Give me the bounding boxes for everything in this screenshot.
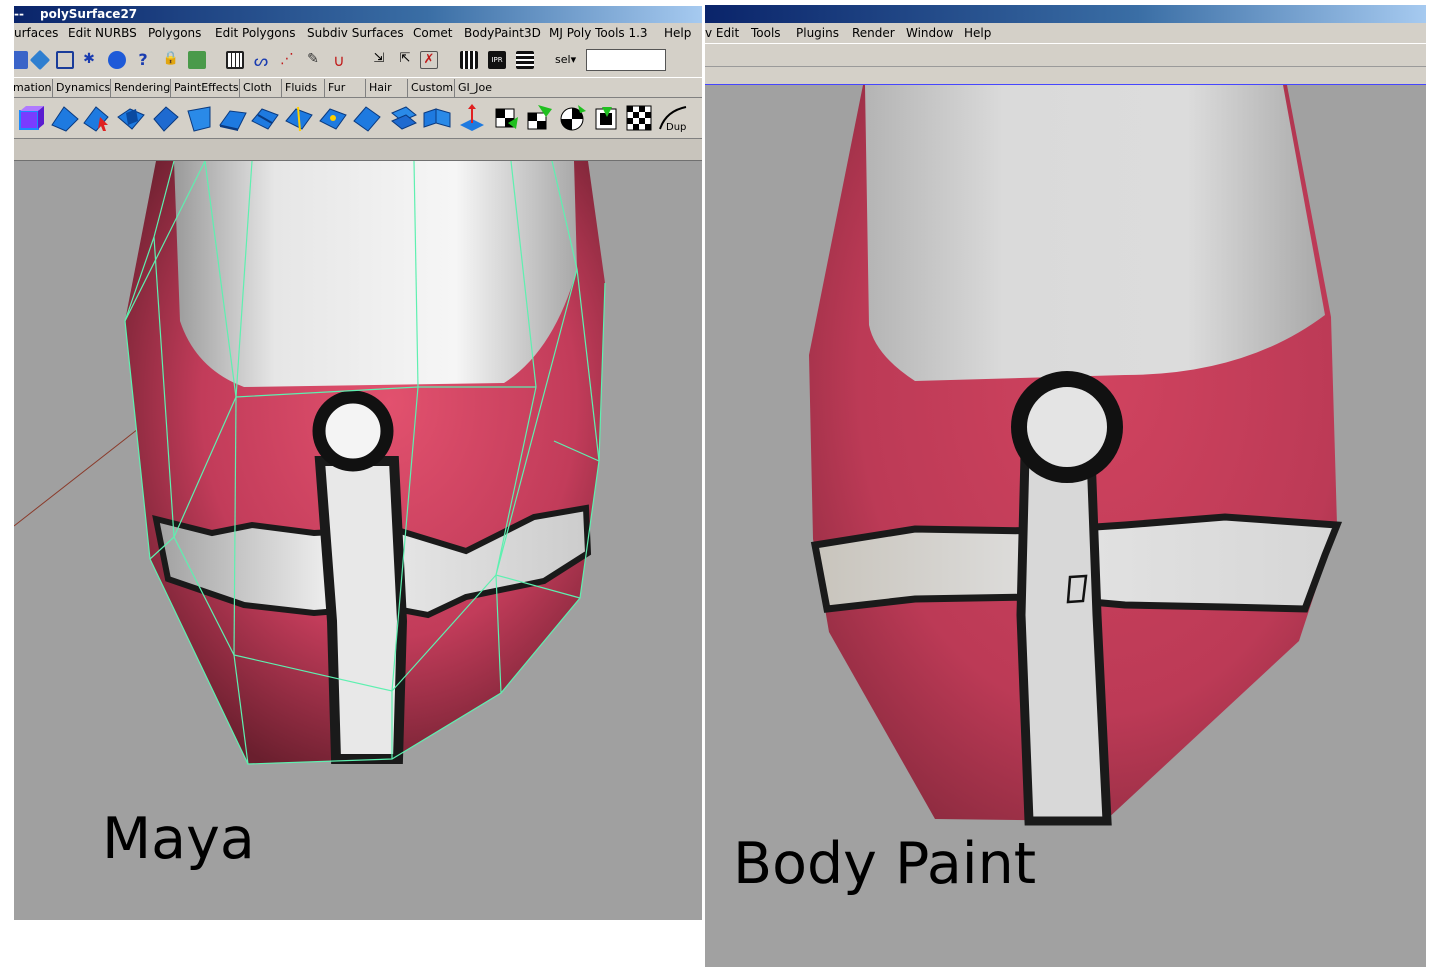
quick-select-field[interactable] — [586, 49, 666, 71]
poly-cube-icon[interactable] — [16, 103, 46, 133]
menu-plugins[interactable]: Plugins — [796, 23, 839, 43]
panel-toolbar — [14, 139, 702, 161]
maya-title-bar[interactable]: -- polySurface27 — [14, 6, 702, 23]
tab-painteffects[interactable]: PaintEffects — [170, 79, 239, 97]
extrude-face-icon[interactable] — [116, 103, 146, 133]
menu-render[interactable]: Render — [852, 23, 895, 43]
render-icon[interactable] — [460, 51, 478, 69]
cut-faces-icon[interactable] — [284, 103, 314, 133]
snap-view-icon[interactable]: ✎ — [304, 51, 322, 69]
input-ops-icon[interactable]: ⇲ — [370, 51, 388, 69]
ipr-render-icon[interactable]: IPR — [488, 51, 506, 69]
select-mode-icon[interactable] — [14, 51, 28, 69]
model-button — [312, 390, 394, 472]
uv-planar-icon[interactable] — [524, 103, 554, 133]
tab-animation[interactable]: mation — [14, 79, 52, 97]
tab-rendering[interactable]: Rendering — [110, 79, 170, 97]
poly-select-icon[interactable] — [82, 103, 112, 133]
menu-window[interactable]: Window — [906, 23, 953, 43]
object-mode-icon[interactable] — [29, 49, 51, 71]
model-button — [1011, 371, 1123, 483]
model-white-cap — [865, 85, 1325, 381]
dup-label: Dup — [666, 122, 687, 133]
menu-mj-poly-tools[interactable]: MJ Poly Tools 1.3 — [549, 23, 648, 43]
shelf-tabs: mation Dynamics Rendering PaintEffects C… — [14, 77, 702, 97]
sphere-icon[interactable] — [108, 51, 126, 69]
bodypaint-toolbar — [705, 43, 1426, 67]
menu-subdiv-surfaces[interactable]: Subdiv Surfaces — [307, 23, 404, 43]
uv-cylindrical-icon[interactable] — [558, 103, 588, 133]
model-vertical-strip — [1016, 450, 1112, 826]
tab-custom[interactable]: Custom — [407, 79, 453, 97]
menu-edit-polygons[interactable]: Edit Polygons — [215, 23, 295, 43]
screenshot-comparison: -- polySurface27 urfaces Edit NURBS Poly… — [0, 0, 1439, 979]
history-icon[interactable]: ✗ — [420, 51, 438, 69]
bodypaint-menu-bar: v Edit Tools Plugins Render Window Help — [705, 23, 1426, 43]
tab-gi-joe[interactable]: GI_Joe — [454, 79, 492, 97]
snap-point-icon[interactable]: ⋰ — [278, 51, 296, 69]
bridge-icon[interactable] — [218, 103, 248, 133]
maya-menu-bar: urfaces Edit NURBS Polygons Edit Polygon… — [14, 23, 702, 43]
snap-curve-icon[interactable]: ᔕ — [252, 51, 270, 70]
tab-fluids[interactable]: Fluids — [281, 79, 317, 97]
lock-icon[interactable]: 🔒 — [162, 51, 180, 69]
menu-help[interactable]: Help — [964, 23, 991, 43]
combine-icon[interactable] — [422, 103, 452, 133]
split-edge-ring-icon[interactable] — [318, 103, 348, 133]
bevel-icon[interactable] — [184, 103, 214, 133]
extrude-edge-icon[interactable] — [150, 103, 180, 133]
sel-label: sel▾ — [555, 53, 577, 66]
uv-automatic-icon[interactable] — [624, 103, 654, 133]
pick-icon[interactable]: ✱ — [80, 51, 98, 69]
magnet-icon[interactable]: ∪ — [330, 51, 348, 70]
bodypaint-caption: Body Paint — [733, 831, 1037, 897]
tab-fur[interactable]: Fur — [324, 79, 345, 97]
collapse-icon[interactable] — [388, 103, 418, 133]
help-icon[interactable]: ? — [134, 51, 152, 69]
maya-window: -- polySurface27 urfaces Edit NURBS Poly… — [14, 6, 702, 920]
tab-dynamics[interactable]: Dynamics — [52, 79, 110, 97]
snap-grid-icon[interactable] — [226, 51, 244, 69]
model-vertical-strip — [314, 456, 408, 764]
tab-cloth[interactable]: Cloth — [239, 79, 272, 97]
menu-tools[interactable]: Tools — [751, 23, 781, 43]
bodypaint-view-header — [705, 67, 1426, 85]
component-mode-icon[interactable] — [56, 51, 74, 69]
bodypaint-window: v Edit Tools Plugins Render Window Help — [705, 5, 1426, 967]
tab-hair[interactable]: Hair — [365, 79, 392, 97]
poly-plane-icon[interactable] — [50, 103, 80, 133]
menu-edit-nurbs[interactable]: Edit NURBS — [68, 23, 137, 43]
model-white-cap — [174, 161, 577, 387]
menu-view-edit[interactable]: v Edit — [705, 23, 739, 43]
output-ops-icon[interactable]: ⇱ — [396, 51, 414, 69]
merge-vertices-icon[interactable] — [352, 103, 382, 133]
menu-comet[interactable]: Comet — [413, 23, 453, 43]
uv-checker-icon[interactable] — [490, 103, 520, 133]
bodypaint-title-bar[interactable] — [705, 5, 1426, 23]
menu-bodypaint3d[interactable]: BodyPaint3D — [464, 23, 541, 43]
menu-surfaces[interactable]: urfaces — [14, 23, 58, 43]
shelf: Dup — [14, 97, 702, 139]
menu-help[interactable]: Help — [664, 23, 691, 43]
move-tool-icon[interactable] — [456, 103, 486, 133]
title-prefix: -- — [14, 7, 24, 21]
uv-spherical-icon[interactable] — [592, 103, 622, 133]
maya-caption: Maya — [102, 806, 255, 872]
render-globals-icon[interactable] — [516, 51, 534, 69]
split-poly-icon[interactable] — [250, 103, 280, 133]
maya-status-line: ✱ ? 🔒 ᔕ ⋰ ✎ ∪ ⇲ ⇱ ✗ IPR sel▾ — [14, 43, 702, 77]
menu-polygons[interactable]: Polygons — [148, 23, 201, 43]
window-title: polySurface27 — [40, 7, 138, 21]
selection-mask-icon[interactable] — [188, 51, 206, 69]
